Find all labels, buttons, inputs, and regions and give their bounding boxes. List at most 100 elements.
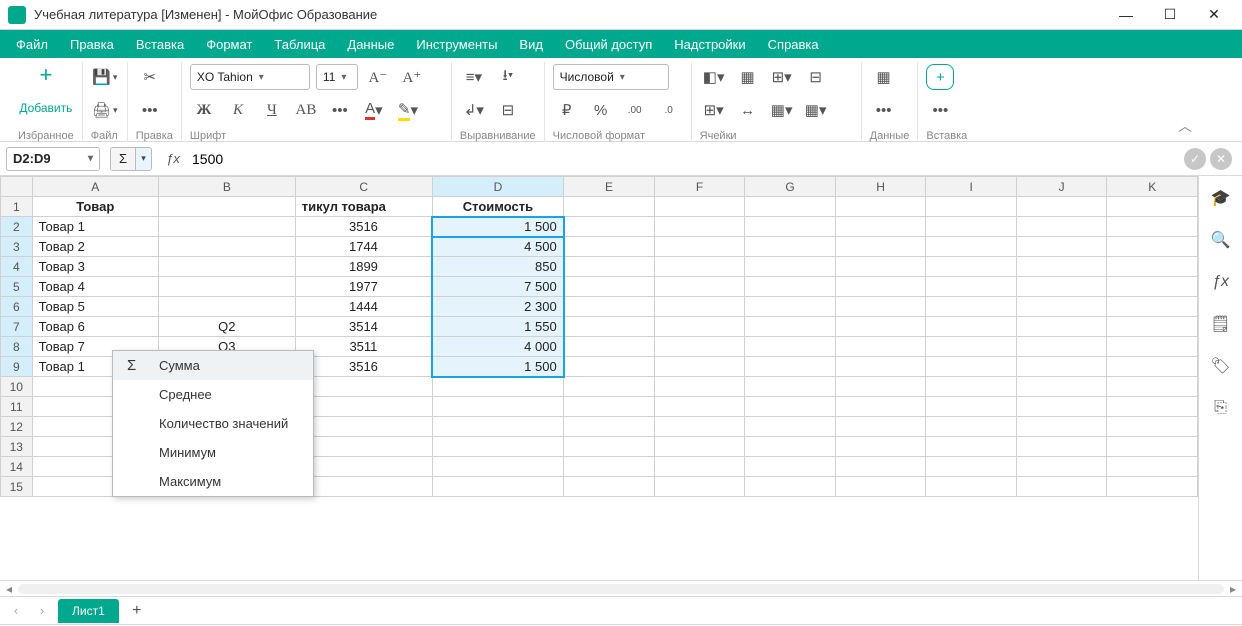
align-h-button[interactable]: ≡▾ — [460, 64, 488, 90]
group-button[interactable]: ▦▾ — [802, 97, 830, 123]
col-header-c[interactable]: C — [295, 177, 432, 197]
cell[interactable]: Товар 4 — [32, 277, 158, 297]
favorites-add-button[interactable]: + — [39, 62, 52, 88]
menu-format[interactable]: Формат — [196, 33, 262, 56]
col-header-h[interactable]: H — [835, 177, 926, 197]
freeze-button[interactable]: ▦▾ — [768, 97, 796, 123]
cell[interactable]: Товар 5 — [32, 297, 158, 317]
merge-cells-button[interactable]: ⊞▾ — [768, 64, 796, 90]
insert-cells-button[interactable]: ⊞▾ — [700, 97, 728, 123]
cell[interactable] — [158, 277, 295, 297]
italic-button[interactable]: К — [224, 97, 252, 123]
row-header[interactable]: 5 — [1, 277, 33, 297]
cell-reference-box[interactable]: D2:D9 ▾ — [6, 147, 100, 171]
cell[interactable]: 1 500 — [432, 357, 564, 377]
search-icon[interactable]: 🔍 — [1209, 228, 1233, 252]
row-header[interactable]: 14 — [1, 457, 33, 477]
cell[interactable]: Q2 — [158, 317, 295, 337]
borders-button[interactable]: ▦ — [734, 64, 762, 90]
cell[interactable]: Товар 6 — [32, 317, 158, 337]
horizontal-scrollbar[interactable]: ◂▸ — [0, 580, 1242, 596]
currency-button[interactable]: ₽ — [553, 97, 581, 123]
cell[interactable]: 1744 — [295, 237, 432, 257]
row-header[interactable]: 8 — [1, 337, 33, 357]
row-header[interactable]: 13 — [1, 437, 33, 457]
menu-data[interactable]: Данные — [337, 33, 404, 56]
column-headers[interactable]: A B C D E F G H I J K — [1, 177, 1198, 197]
autofit-button[interactable]: ↔ — [734, 97, 762, 123]
autosum-split-button[interactable]: Σ ▾ — [110, 147, 152, 171]
wrap-button[interactable]: ↲▾ — [460, 97, 488, 123]
cell[interactable]: Товар — [32, 197, 158, 217]
row-header[interactable]: 15 — [1, 477, 33, 497]
number-format-select[interactable]: Числовой▾ — [553, 64, 669, 90]
cancel-formula-button[interactable]: ✕ — [1210, 148, 1232, 170]
insert-object-button[interactable]: + — [926, 64, 954, 90]
row-header[interactable]: 3 — [1, 237, 33, 257]
dropdown-item-min[interactable]: Минимум — [113, 438, 313, 467]
font-color-button[interactable]: A▾ — [360, 97, 388, 123]
cell[interactable]: 1899 — [295, 257, 432, 277]
col-header-j[interactable]: J — [1016, 177, 1107, 197]
cell[interactable] — [158, 217, 295, 237]
align-v-button[interactable]: ⭳▾ — [494, 64, 522, 90]
row-header[interactable]: 11 — [1, 397, 33, 417]
print-button[interactable]: 🖨▾ — [91, 97, 119, 123]
cell[interactable]: 1444 — [295, 297, 432, 317]
col-header-f[interactable]: F — [654, 177, 745, 197]
minimize-button[interactable]: — — [1106, 1, 1146, 29]
font-name-select[interactable]: XO Tahion▾ — [190, 64, 310, 90]
cell[interactable]: 850 — [432, 257, 564, 277]
col-header-e[interactable]: E — [564, 177, 655, 197]
cell[interactable]: 3514 — [295, 317, 432, 337]
cell[interactable] — [158, 237, 295, 257]
menu-table[interactable]: Таблица — [264, 33, 335, 56]
cell[interactable] — [158, 257, 295, 277]
menu-addons[interactable]: Надстройки — [664, 33, 755, 56]
col-header-a[interactable]: A — [32, 177, 158, 197]
note-icon[interactable]: 🗒 — [1209, 312, 1233, 336]
maximize-button[interactable]: ☐ — [1150, 1, 1190, 29]
more-data-button[interactable]: ••• — [870, 97, 898, 123]
cell[interactable]: Товар 1 — [32, 217, 158, 237]
cell[interactable]: 3516 — [295, 357, 432, 377]
col-header-b[interactable]: B — [158, 177, 295, 197]
row-header[interactable]: 12 — [1, 417, 33, 437]
tab-next-button[interactable]: › — [32, 603, 52, 618]
row-header[interactable]: 2 — [1, 217, 33, 237]
col-header-k[interactable]: K — [1107, 177, 1198, 197]
row-header[interactable]: 4 — [1, 257, 33, 277]
cell[interactable]: 3511 — [295, 337, 432, 357]
menu-share[interactable]: Общий доступ — [555, 33, 662, 56]
tab-prev-button[interactable]: ‹ — [6, 603, 26, 618]
cell[interactable]: Стоимость — [432, 197, 564, 217]
row-header[interactable]: 6 — [1, 297, 33, 317]
dropdown-item-max[interactable]: Максимум — [113, 467, 313, 496]
decrease-font-button[interactable]: A⁻ — [364, 64, 392, 90]
close-button[interactable]: ✕ — [1194, 1, 1234, 29]
cell[interactable] — [158, 197, 295, 217]
col-header-g[interactable]: G — [745, 177, 836, 197]
increase-font-button[interactable]: A⁺ — [398, 64, 426, 90]
accept-formula-button[interactable]: ✓ — [1184, 148, 1206, 170]
formula-input[interactable] — [186, 147, 1184, 171]
dropdown-item-sum[interactable]: Σ Сумма — [113, 351, 313, 380]
graduation-cap-icon[interactable]: 🎓 — [1209, 186, 1233, 210]
percent-button[interactable]: % — [587, 97, 615, 123]
menu-insert[interactable]: Вставка — [126, 33, 194, 56]
menu-tools[interactable]: Инструменты — [406, 33, 507, 56]
row-header[interactable]: 10 — [1, 377, 33, 397]
more-insert-button[interactable]: ••• — [926, 97, 954, 123]
cell[interactable] — [158, 297, 295, 317]
tag-icon[interactable]: 🏷 — [1209, 354, 1233, 378]
cell[interactable]: 2 300 — [432, 297, 564, 317]
dropdown-item-count[interactable]: Количество значений — [113, 409, 313, 438]
cell[interactable]: 1 500 — [432, 217, 564, 237]
merge-button[interactable]: ⊟ — [494, 97, 522, 123]
highlight-button[interactable]: ✎▾ — [394, 97, 422, 123]
font-size-select[interactable]: 11▾ — [316, 64, 358, 90]
dropdown-item-average[interactable]: Среднее — [113, 380, 313, 409]
cell[interactable]: 4 000 — [432, 337, 564, 357]
row-header[interactable]: 1 — [1, 197, 33, 217]
spreadsheet-grid[interactable]: A B C D E F G H I J K 1Товартикул товара… — [0, 176, 1198, 580]
